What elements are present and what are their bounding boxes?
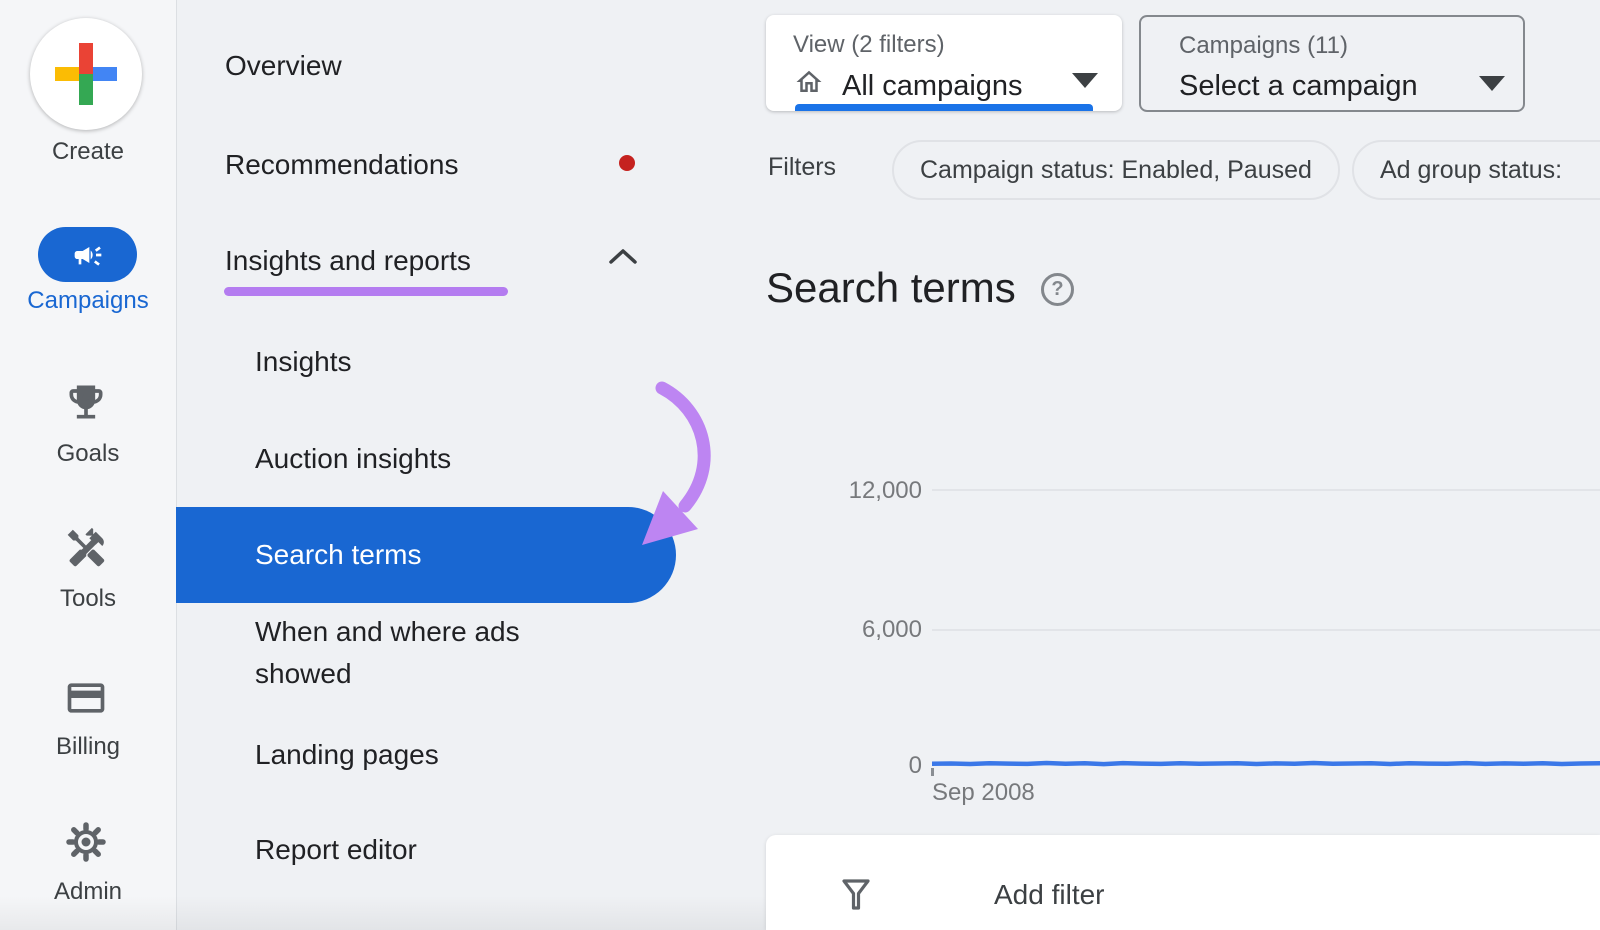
gridline [932, 489, 1600, 491]
y-axis-tick-6000: 6,000 [780, 616, 922, 644]
active-selector-indicator [795, 104, 1093, 111]
chevron-up-icon[interactable] [608, 247, 638, 265]
page-title: Search terms [766, 264, 1016, 312]
y-axis-tick-0: 0 [780, 752, 922, 780]
nav-item-search-terms-label: Search terms [255, 507, 422, 603]
nav-item-report-editor[interactable]: Report editor [255, 834, 417, 866]
sidebar-item-billing-label[interactable]: Billing [0, 733, 176, 761]
create-button[interactable] [30, 18, 142, 130]
gridline [932, 629, 1600, 631]
notification-dot [619, 155, 635, 171]
filters-label: Filters [768, 153, 836, 182]
gear-icon[interactable] [64, 820, 108, 864]
sidebar-item-campaigns-label[interactable]: Campaigns [0, 287, 176, 315]
help-icon[interactable]: ? [1041, 273, 1074, 306]
sidebar-item-campaigns[interactable] [38, 227, 137, 282]
trophy-icon[interactable] [64, 380, 108, 424]
google-plus-icon [55, 43, 117, 105]
nav-item-insights[interactable]: Insights [255, 346, 352, 378]
sidebar-item-goals-label[interactable]: Goals [0, 440, 176, 468]
add-filter-label: Add filter [994, 879, 1105, 911]
caret-down-icon[interactable] [1072, 73, 1098, 88]
credit-card-icon[interactable] [64, 676, 108, 720]
view-selector[interactable]: View (2 filters) All campaigns [766, 15, 1122, 111]
nav-item-recommendations[interactable]: Recommendations [225, 149, 458, 181]
create-label: Create [0, 138, 176, 166]
tools-icon[interactable] [64, 526, 108, 570]
campaign-selector-label: Campaigns (11) [1179, 32, 1348, 60]
y-axis-tick-12000: 12,000 [780, 477, 922, 505]
megaphone-icon [72, 239, 104, 271]
nav-item-landing-pages[interactable]: Landing pages [255, 739, 439, 771]
nav-item-overview[interactable]: Overview [225, 50, 342, 82]
add-filter-bar[interactable]: Add filter [766, 835, 1600, 930]
nav-item-insights-and-reports[interactable]: Insights and reports [225, 245, 471, 277]
filter-funnel-icon [838, 877, 874, 913]
purple-underline-annotation [224, 287, 508, 296]
sidebar-item-tools-label[interactable]: Tools [0, 585, 176, 613]
view-selector-value: All campaigns [842, 70, 1023, 103]
campaign-selector-value: Select a campaign [1179, 70, 1418, 103]
x-axis-label: Sep 2008 [932, 779, 1035, 807]
google-ads-app: Create Campaigns Goals Tools Billing Adm… [0, 0, 1600, 930]
view-selector-label: View (2 filters) [793, 31, 945, 59]
nav-item-when-and-where-ads-showed[interactable]: When and where ads showed [255, 611, 575, 695]
purple-arrow-annotation [600, 372, 720, 555]
drawer-bottom-shadow [0, 896, 766, 930]
campaign-selector[interactable]: Campaigns (11) Select a campaign [1139, 15, 1525, 112]
filter-chip-ad-group-status[interactable]: Ad group status: [1352, 140, 1600, 200]
home-icon [794, 67, 824, 97]
caret-down-icon[interactable] [1479, 76, 1505, 91]
nav-item-auction-insights[interactable]: Auction insights [255, 443, 451, 475]
filter-chip-campaign-status[interactable]: Campaign status: Enabled, Paused [892, 140, 1340, 200]
